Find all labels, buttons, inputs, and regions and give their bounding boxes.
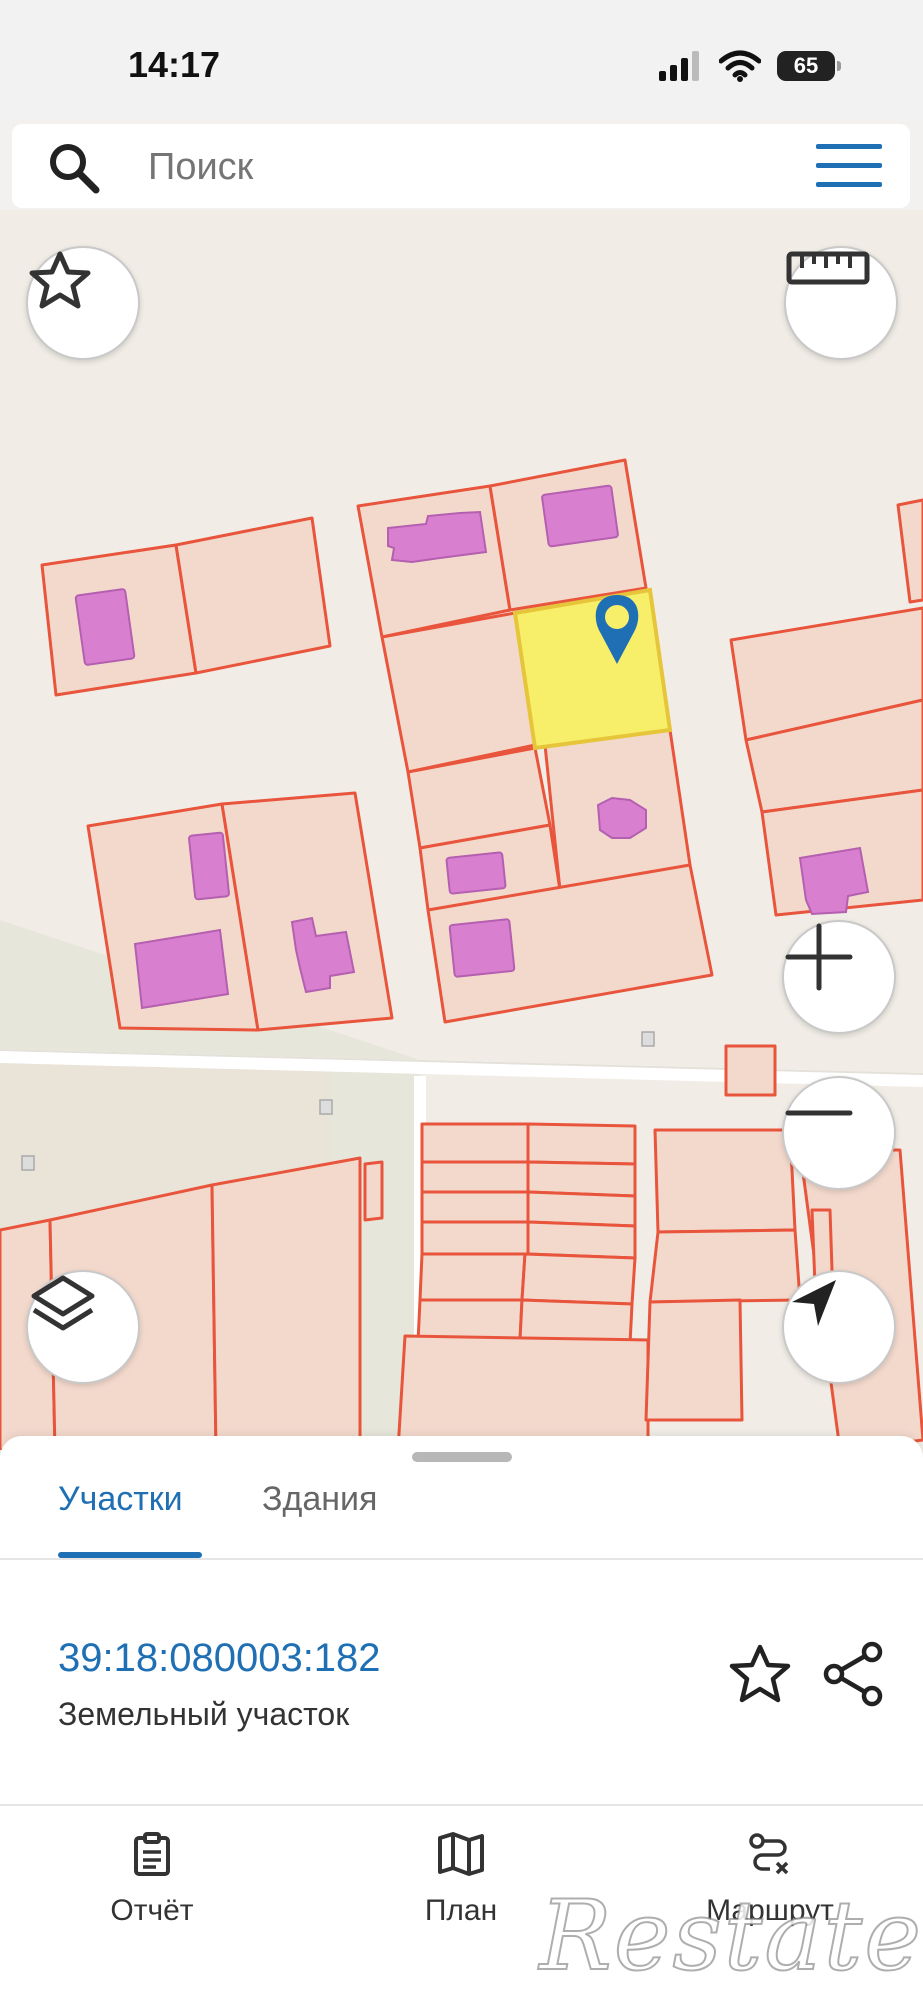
- search-icon[interactable]: [46, 140, 102, 196]
- zoom-in-button[interactable]: [782, 920, 896, 1034]
- favorites-button[interactable]: [26, 246, 140, 360]
- search-bar[interactable]: [12, 124, 910, 208]
- battery-level: 65: [793, 53, 819, 78]
- navigation-arrow-icon: [792, 1280, 836, 1326]
- nav-item-plan[interactable]: План: [361, 1832, 561, 1928]
- selected-parcel[interactable]: [512, 587, 673, 751]
- nav-label-report: Отчёт: [110, 1894, 194, 1927]
- nav-label-plan: План: [424, 1894, 498, 1927]
- status-icons: 65: [659, 50, 841, 82]
- my-location-button[interactable]: [782, 1270, 896, 1384]
- signal-icon: [659, 51, 699, 81]
- nav-item-report[interactable]: Отчёт: [52, 1832, 252, 1928]
- parcel-cadastral-number[interactable]: 39:18:080003:182: [58, 1636, 381, 1681]
- route-icon: [749, 1833, 789, 1875]
- zoom-out-button[interactable]: [782, 1076, 896, 1190]
- watermark: Restate: [538, 1879, 923, 1993]
- battery-indicator: 65: [777, 51, 841, 81]
- layers-button[interactable]: [26, 1270, 140, 1384]
- status-time: 14:17: [128, 44, 221, 85]
- divider: [0, 1558, 923, 1560]
- tab-buildings[interactable]: Здания: [262, 1480, 377, 1519]
- ruler-icon: [786, 251, 870, 285]
- layers-icon: [31, 1275, 95, 1331]
- tab-parcels[interactable]: Участки: [58, 1480, 183, 1519]
- menu-icon[interactable]: [816, 144, 882, 188]
- status-bar: 14:17 65: [0, 0, 923, 120]
- map-icon: [438, 1832, 484, 1876]
- share-icon[interactable]: [822, 1640, 886, 1708]
- star-icon: [29, 251, 91, 309]
- bottom-sheet[interactable]: Участки Здания 39:18:080003:182 Земельны…: [0, 1436, 923, 1806]
- sheet-drag-handle[interactable]: [412, 1452, 512, 1462]
- ruler-button[interactable]: [784, 246, 898, 360]
- wifi-icon: [719, 50, 761, 82]
- search-input[interactable]: [148, 146, 748, 189]
- star-icon[interactable]: [728, 1642, 792, 1706]
- report-icon: [134, 1832, 170, 1876]
- map-view[interactable]: [0, 210, 923, 1450]
- plus-icon: [785, 923, 853, 991]
- cadastral-map[interactable]: [0, 210, 923, 1450]
- minus-icon: [785, 1110, 853, 1116]
- parcel-type: Земельный участок: [58, 1696, 350, 1732]
